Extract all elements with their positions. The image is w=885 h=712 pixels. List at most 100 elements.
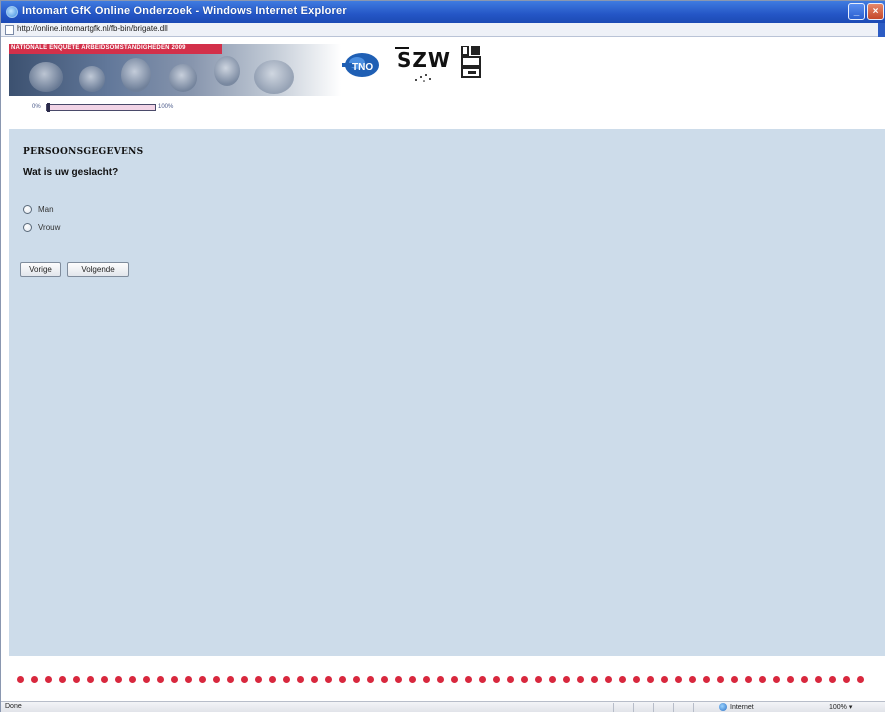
- section-title: PERSOONSGEGEVENS: [23, 147, 144, 157]
- footer-dot: [451, 676, 458, 683]
- footer-dot: [647, 676, 654, 683]
- footer-dot: [717, 676, 724, 683]
- footer-dot: [283, 676, 290, 683]
- footer-dot: [269, 676, 276, 683]
- globe-icon: [719, 703, 727, 711]
- footer-dot: [675, 676, 682, 683]
- previous-button[interactable]: Vorige: [20, 262, 61, 277]
- svg-text:TNO: TNO: [352, 62, 373, 73]
- footer-dot: [633, 676, 640, 683]
- footer-dot: [759, 676, 766, 683]
- zoom-control[interactable]: 100% ▾: [829, 703, 852, 711]
- footer-dot: [227, 676, 234, 683]
- progress-marker: [47, 103, 50, 112]
- minimize-button[interactable]: _: [848, 3, 865, 20]
- footer-dot: [829, 676, 836, 683]
- footer-dot: [143, 676, 150, 683]
- footer-dot: [199, 676, 206, 683]
- szw-logo: SZW: [395, 45, 450, 85]
- footer-dot: [479, 676, 486, 683]
- footer-decoration: [9, 656, 885, 701]
- footer-dot: [619, 676, 626, 683]
- footer-dot: [661, 676, 668, 683]
- tno-logo: TNO: [342, 53, 379, 77]
- footer-dot: [311, 676, 318, 683]
- footer-dot: [353, 676, 360, 683]
- ie-icon: [6, 6, 18, 18]
- scroll-arrow-icon[interactable]: [878, 23, 885, 37]
- footer-dot: [549, 676, 556, 683]
- footer-dot: [563, 676, 570, 683]
- footer-dot: [339, 676, 346, 683]
- footer-dot: [101, 676, 108, 683]
- footer-dot: [773, 676, 780, 683]
- footer-dot: [157, 676, 164, 683]
- address-url[interactable]: http://online.intomartgfk.nl/fb-bin/brig…: [17, 24, 168, 33]
- window-title: Intomart GfK Online Onderzoek - Windows …: [22, 5, 347, 17]
- footer-dot: [689, 676, 696, 683]
- footer-dot: [325, 676, 332, 683]
- close-button[interactable]: ×: [867, 3, 884, 20]
- footer-dot: [591, 676, 598, 683]
- footer-dot: [703, 676, 710, 683]
- footer-dot: [535, 676, 542, 683]
- footer-dot: [395, 676, 402, 683]
- footer-dot: [73, 676, 80, 683]
- status-bar: Done Internet 100% ▾: [1, 701, 885, 712]
- footer-dot: [171, 676, 178, 683]
- footer-dot: [45, 676, 52, 683]
- banner-strip: NATIONALE ENQUÊTE ARBEIDSOMSTANDIGHEDEN …: [9, 44, 222, 54]
- address-bar[interactable]: http://online.intomartgfk.nl/fb-bin/brig…: [1, 23, 885, 37]
- footer-dot: [493, 676, 500, 683]
- footer-dot: [381, 676, 388, 683]
- footer-dot: [843, 676, 850, 683]
- radio-man[interactable]: [23, 205, 32, 214]
- title-bar: Intomart GfK Online Onderzoek - Windows …: [1, 1, 885, 23]
- footer-dot: [521, 676, 528, 683]
- footer-dot: [437, 676, 444, 683]
- footer-dot: [745, 676, 752, 683]
- zoom-level[interactable]: 100%: [829, 704, 847, 711]
- footer-dot: [255, 676, 262, 683]
- status-cells: [613, 703, 713, 712]
- security-zone: Internet: [719, 703, 754, 711]
- option-man[interactable]: Man: [23, 205, 54, 214]
- footer-dot: [185, 676, 192, 683]
- chevron-down-icon[interactable]: ▾: [849, 704, 853, 711]
- option-vrouw-label: Vrouw: [38, 223, 61, 232]
- page-icon: [5, 25, 14, 35]
- footer-dot: [31, 676, 38, 683]
- progress-max-label: 100%: [158, 104, 174, 110]
- footer-dot: [59, 676, 66, 683]
- footer-dot: [409, 676, 416, 683]
- option-vrouw[interactable]: Vrouw: [23, 223, 60, 232]
- survey-content: PERSOONSGEGEVENS Wat is uw geslacht? Man…: [9, 129, 885, 656]
- browser-window: Intomart GfK Online Onderzoek - Windows …: [0, 0, 885, 712]
- next-button[interactable]: Volgende: [67, 262, 129, 277]
- progress-min-label: 0%: [32, 104, 41, 110]
- banner-strip-text: NATIONALE ENQUÊTE ARBEIDSOMSTANDIGHEDEN …: [11, 45, 186, 51]
- progress-bar: [46, 103, 156, 112]
- window-controls: _ ×: [848, 3, 884, 20]
- footer-dot: [241, 676, 248, 683]
- footer-dot: [857, 676, 864, 683]
- footer-dot: [465, 676, 472, 683]
- dotted-line: [17, 676, 864, 683]
- footer-dot: [115, 676, 122, 683]
- radio-vrouw[interactable]: [23, 223, 32, 232]
- footer-dot: [507, 676, 514, 683]
- footer-dot: [731, 676, 738, 683]
- footer-dot: [787, 676, 794, 683]
- survey-header: NATIONALE ENQUÊTE ARBEIDSOMSTANDIGHEDEN …: [9, 37, 885, 129]
- footer-dot: [577, 676, 584, 683]
- footer-dot: [423, 676, 430, 683]
- footer-dot: [17, 676, 24, 683]
- footer-dot: [213, 676, 220, 683]
- footer-dot: [129, 676, 136, 683]
- szw-logo-text: SZW: [397, 48, 451, 72]
- footer-dot: [605, 676, 612, 683]
- option-man-label: Man: [38, 205, 54, 214]
- zone-label: Internet: [730, 703, 754, 711]
- footer-dot: [87, 676, 94, 683]
- footer-dot: [815, 676, 822, 683]
